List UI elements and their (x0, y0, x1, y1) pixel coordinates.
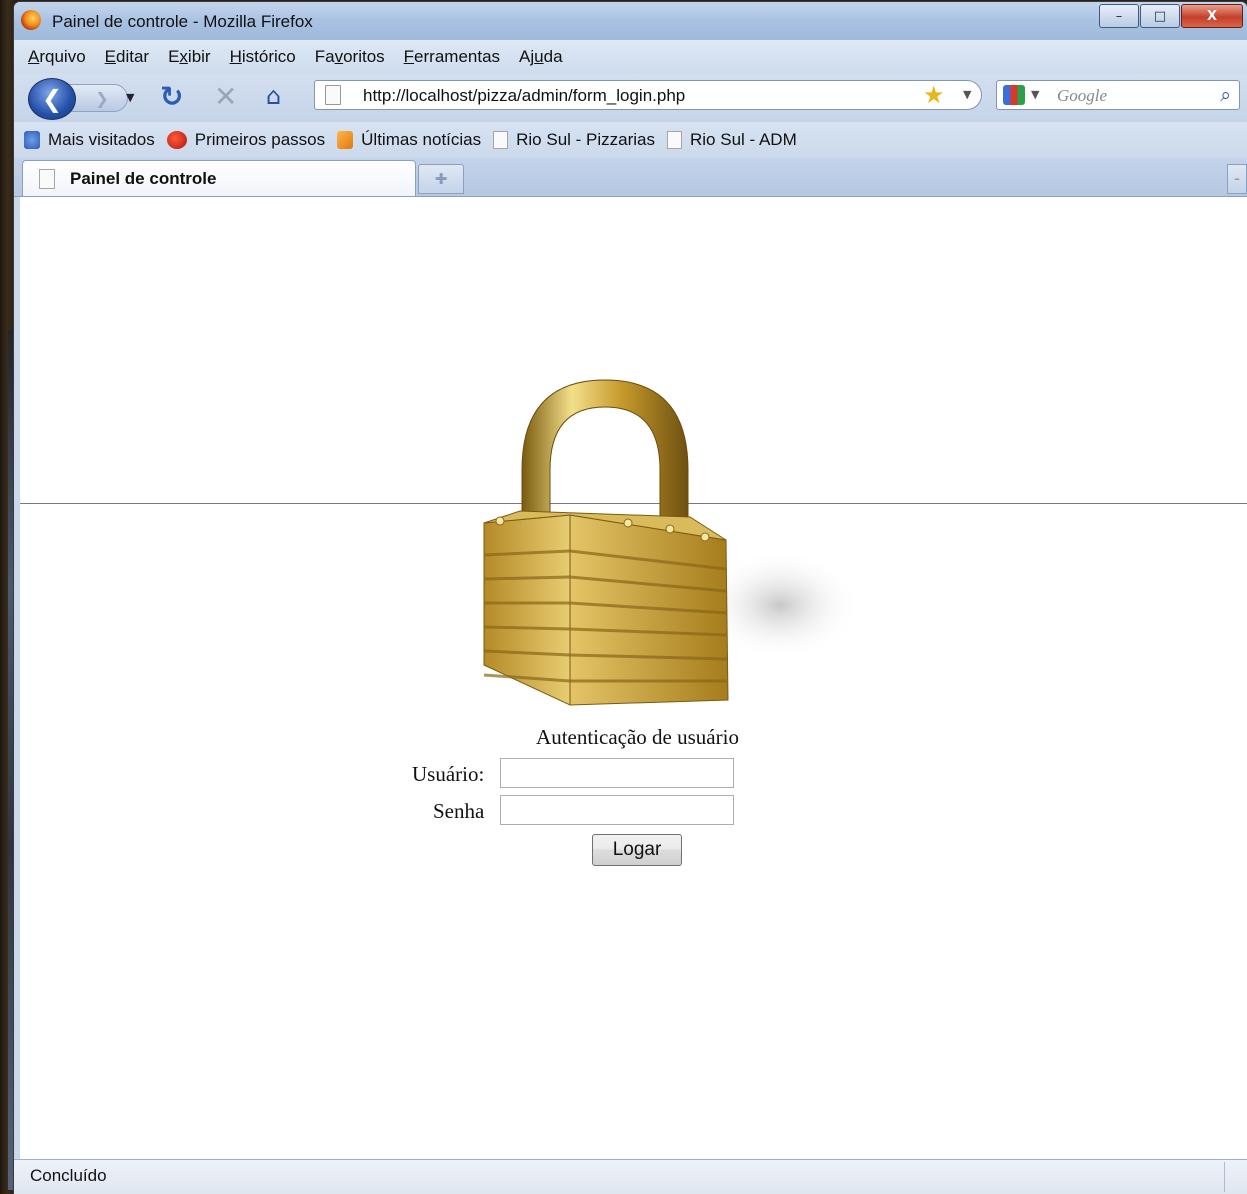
menu-label-part: Aj (519, 47, 535, 66)
magnifier-icon[interactable]: ⌕ (1220, 84, 1231, 106)
home-icon[interactable]: ⌂ (266, 82, 281, 110)
menu-arquivo[interactable]: Arquivo (28, 47, 86, 67)
bookmark-label: Mais visitados (48, 130, 155, 149)
page-icon (667, 131, 682, 149)
tab-bar: Painel de controle ✚ – (14, 158, 1247, 197)
back-arrow-icon: ❮ (41, 85, 63, 113)
title-bar[interactable]: Painel de controle - Mozilla Firefox – □… (14, 2, 1247, 40)
menu-accesskey: H (229, 47, 242, 66)
search-placeholder[interactable]: Google (1057, 86, 1107, 106)
status-text: Concluído (30, 1166, 107, 1185)
password-input[interactable] (500, 795, 734, 825)
minimize-button[interactable]: – (1099, 4, 1139, 28)
bookmark-ultimas-noticias[interactable]: Últimas notícias (337, 130, 481, 150)
password-label: Senha (433, 799, 485, 823)
window-title: Painel de controle - Mozilla Firefox (52, 12, 313, 31)
bookmark-primeiros-passos[interactable]: Primeiros passos (166, 130, 326, 150)
menu-label-part: oritos (343, 47, 385, 66)
menu-label-part: ditar (116, 47, 150, 66)
login-heading-text: Autenticação de usuário (536, 725, 739, 749)
tab-label: Painel de controle (70, 169, 217, 188)
status-bar: Concluído (14, 1159, 1247, 1194)
url-bar[interactable]: http://localhost/pizza/admin/form_login.… (314, 80, 982, 110)
padlock-icon (483, 379, 860, 706)
firefox-logo-icon (21, 10, 41, 30)
menu-accesskey: F (403, 47, 415, 66)
search-icon (24, 131, 40, 149)
menu-label-part: E (168, 47, 180, 66)
menu-accesskey: x (179, 47, 188, 66)
maximize-button[interactable]: □ (1140, 4, 1180, 28)
login-button[interactable]: Logar (592, 834, 682, 866)
menu-accesskey: E (104, 47, 116, 66)
window-controls: – □ X (1098, 4, 1243, 28)
reload-icon[interactable]: ↻ (160, 80, 183, 113)
menu-label-part: istórico (241, 47, 296, 66)
history-dropdown-icon[interactable]: ▼ (126, 91, 134, 104)
star-icon[interactable]: ★ (923, 81, 945, 109)
bookmark-label: Rio Sul - ADM (690, 130, 797, 149)
menu-editar[interactable]: Editar (105, 47, 149, 67)
page-icon (39, 169, 55, 189)
menu-label-part: erramentas (414, 47, 501, 66)
list-all-tabs-button[interactable]: – (1227, 164, 1247, 194)
page-icon (493, 131, 509, 149)
bookmark-rio-sul-pizzarias[interactable]: Rio Sul - Pizzarias (493, 130, 655, 150)
menu-favoritos[interactable]: Favoritos (315, 47, 385, 67)
menu-label-part: ibir (187, 47, 211, 66)
menu-accesskey: A (28, 47, 40, 66)
search-engine-dropdown-icon[interactable]: ▼ (1031, 88, 1039, 101)
menu-bar: Arquivo Editar Exibir Histórico Favorito… (14, 40, 1247, 74)
bookmarks-toolbar: Mais visitados Primeiros passos Últimas … (14, 122, 1247, 158)
url-dropdown-icon[interactable]: ▼ (963, 88, 971, 101)
username-input[interactable] (500, 758, 734, 788)
menu-label-part: Fa (314, 47, 335, 66)
menu-ajuda[interactable]: Ajuda (519, 47, 563, 67)
page-icon (325, 85, 341, 105)
forward-arrow-icon: ❯ (95, 88, 109, 108)
menu-ferramentas[interactable]: Ferramentas (404, 47, 500, 67)
browser-window: Painel de controle - Mozilla Firefox – □… (14, 2, 1247, 1194)
username-label: Usuário: (412, 762, 485, 786)
google-icon[interactable] (1003, 85, 1025, 105)
close-button[interactable]: X (1181, 4, 1243, 28)
menu-label-part: rquivo (39, 47, 86, 66)
tab-painel-de-controle[interactable]: Painel de controle (22, 160, 416, 196)
bookmark-label: Rio Sul - Pizzarias (516, 130, 655, 149)
login-heading: Autenticação de usuário (20, 725, 1247, 750)
navigation-toolbar: ❯ ❮ ▼ ↻ ✕ ⌂ http://localhost/pizza/admin… (14, 74, 1247, 122)
menu-label-part: da (543, 47, 563, 66)
red-bird-icon (166, 131, 187, 149)
menu-historico[interactable]: Histórico (230, 47, 296, 67)
bookmark-label: Primeiros passos (194, 130, 326, 149)
rss-icon (337, 131, 354, 149)
bookmark-mais-visitados[interactable]: Mais visitados (24, 130, 155, 150)
new-tab-button[interactable]: ✚ (418, 164, 464, 194)
bookmark-rio-sul-adm[interactable]: Rio Sul - ADM (667, 130, 797, 150)
menu-accesskey: v (334, 47, 344, 66)
status-separator (1224, 1162, 1225, 1192)
menu-accesskey: u (534, 47, 544, 66)
search-box[interactable]: ▼ Google ⌕ (996, 80, 1240, 110)
bookmark-label: Últimas notícias (361, 130, 482, 149)
back-button[interactable]: ❮ (28, 78, 76, 120)
page-content: Autenticação de usuário Usuário: Senha L… (20, 197, 1247, 1159)
stop-icon[interactable]: ✕ (214, 80, 237, 113)
menu-exibir[interactable]: Exibir (168, 47, 211, 67)
url-text[interactable]: http://localhost/pizza/admin/form_login.… (363, 86, 685, 106)
